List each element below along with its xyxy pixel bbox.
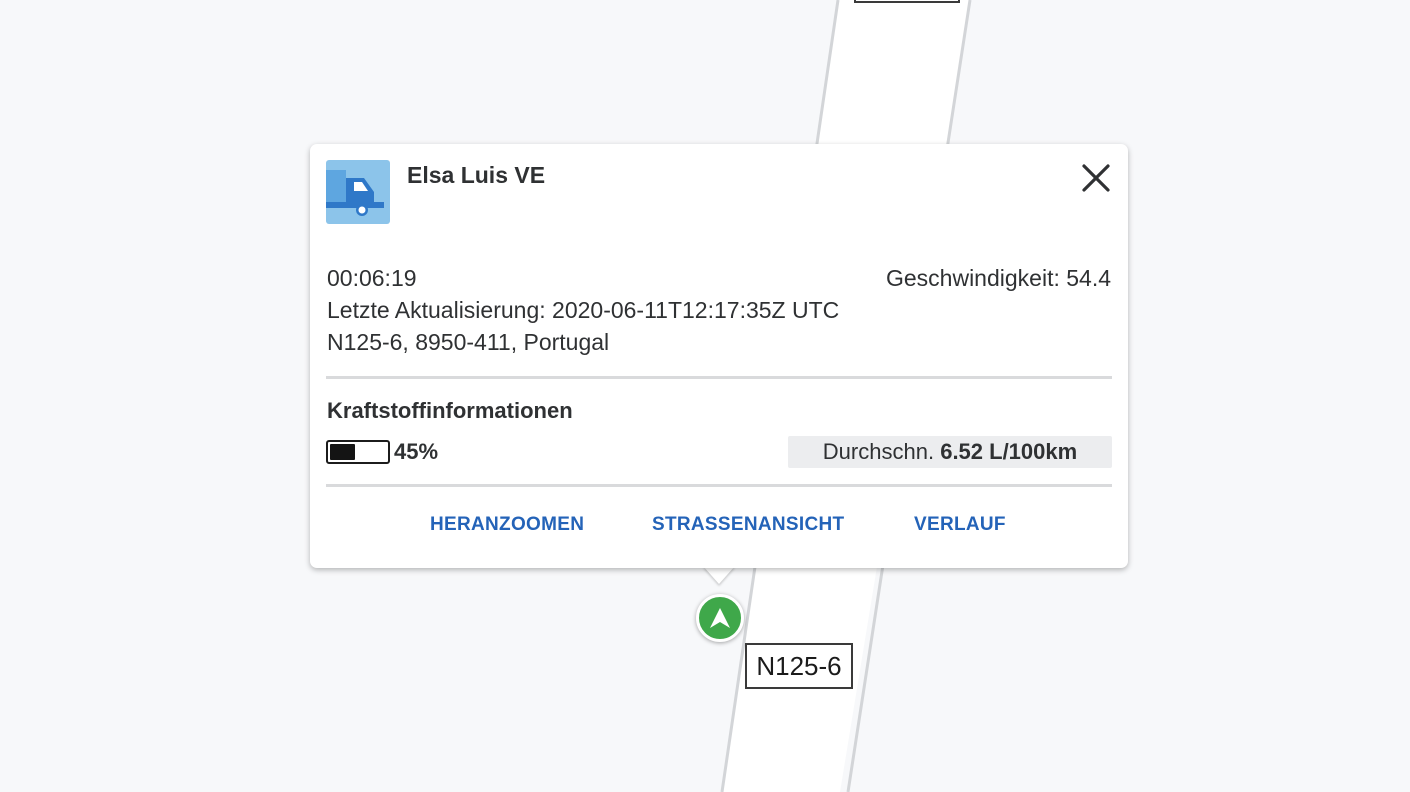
truck-icon <box>326 170 384 216</box>
average-value: 6.52 L/100km <box>940 439 1078 464</box>
history-button[interactable]: VERLAUF <box>914 514 1006 536</box>
vehicle-avatar <box>326 160 390 224</box>
road-label-top-fragment <box>854 0 960 3</box>
fuel-level-bar <box>326 440 390 464</box>
vehicle-info-popup: Elsa Luis VE 00:06:19 Geschwindigkeit: 5… <box>310 144 1128 568</box>
fuel-percent: 45% <box>394 439 439 464</box>
road-label: N125-6 <box>745 643 853 689</box>
fuel-section-title: Kraftstoffinformationen <box>327 398 573 423</box>
fuel-level-fill <box>330 444 356 460</box>
zoom-in-button[interactable]: HERANZOOMEN <box>430 514 584 536</box>
last-update: Letzte Aktualisierung: 2020-06-11T12:17:… <box>327 297 840 323</box>
divider <box>326 376 1112 379</box>
trip-duration: 00:06:19 <box>327 265 417 291</box>
vehicle-marker[interactable] <box>696 594 744 642</box>
popup-actions: HERANZOOMEN STRASSENANSICHT VERLAUF <box>310 514 1128 544</box>
close-icon <box>1082 164 1110 192</box>
navigation-arrow-icon <box>710 608 730 628</box>
vehicle-name: Elsa Luis VE <box>407 162 546 188</box>
address: N125-6, 8950-411, Portugal <box>327 329 610 355</box>
speed-readout: Geschwindigkeit: 54.4 <box>885 265 1111 291</box>
close-button[interactable] <box>1078 160 1114 196</box>
divider <box>326 484 1112 487</box>
average-consumption: Durchschn. 6.52 L/100km <box>788 436 1112 468</box>
popup-pointer <box>703 566 735 584</box>
street-view-button[interactable]: STRASSENANSICHT <box>652 514 844 536</box>
average-label: Durchschn. <box>822 439 935 464</box>
